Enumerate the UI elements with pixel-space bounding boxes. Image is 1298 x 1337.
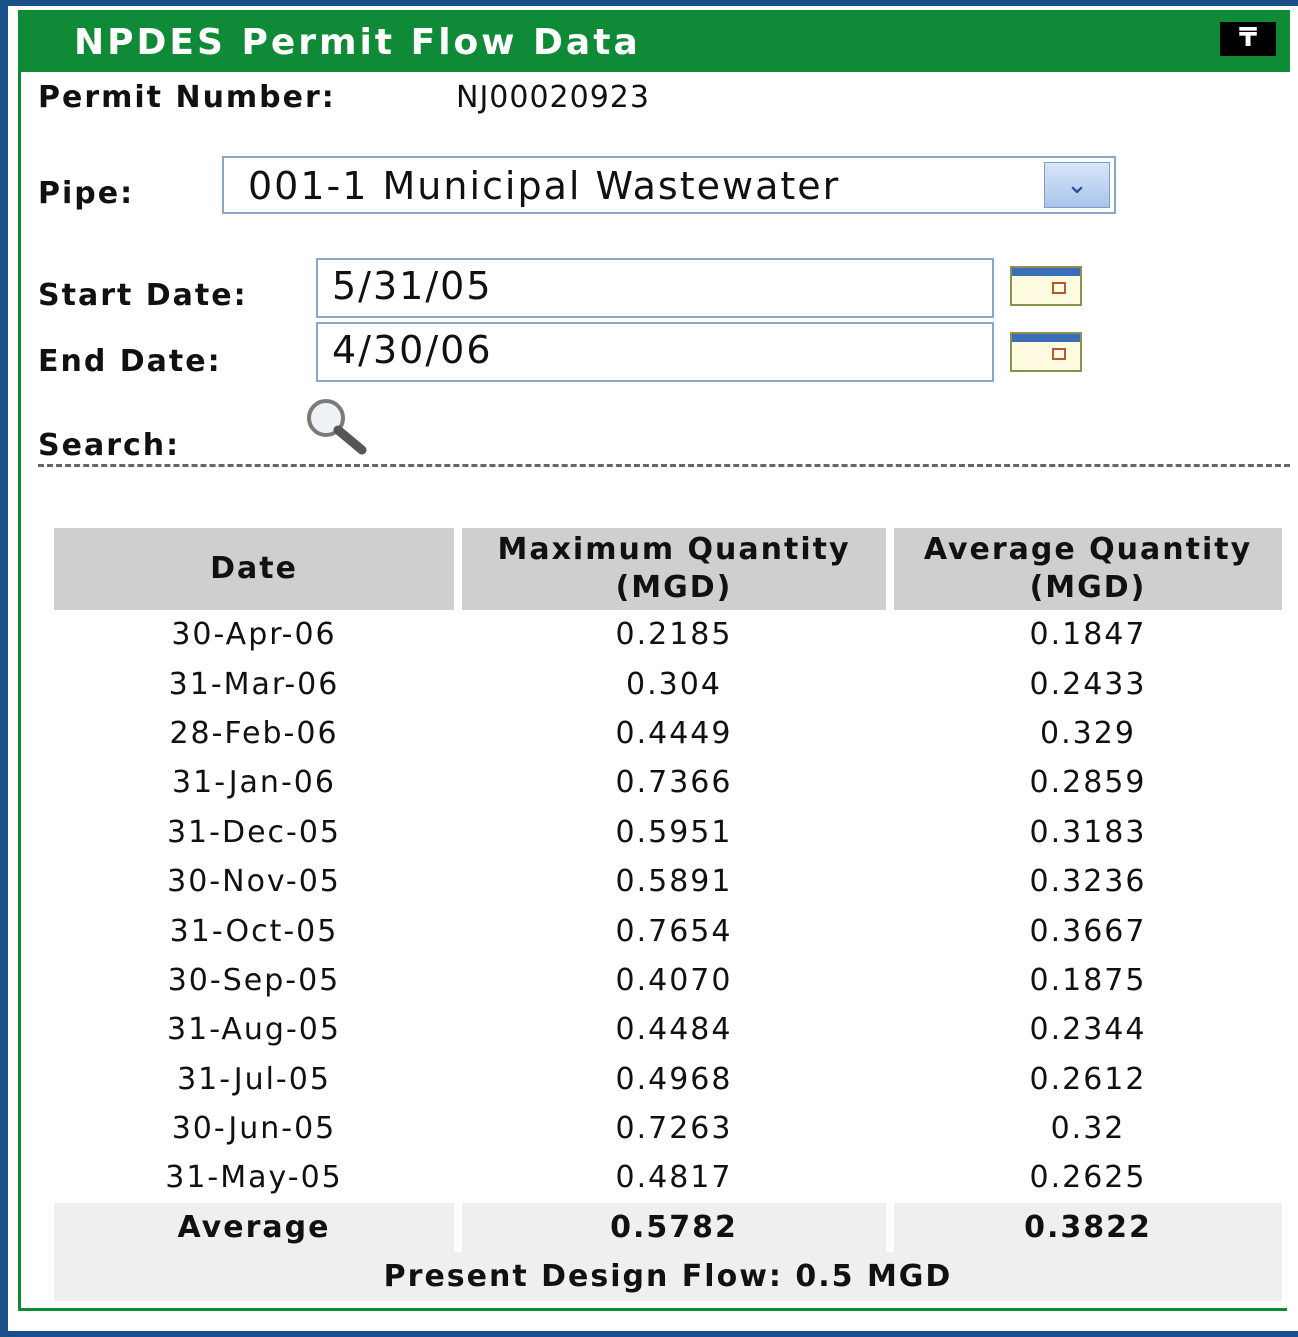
pipe-select-value: 001-1 Municipal Wastewater bbox=[248, 164, 841, 208]
end-date-label: End Date: bbox=[38, 344, 222, 379]
cell-date: 31-May-05 bbox=[165, 1160, 343, 1196]
table-row: 30-Sep-05 0.4070 0.1875 bbox=[54, 956, 1282, 1005]
panel-title: NPDES Permit Flow Data bbox=[74, 22, 641, 63]
cell-date: 30-Apr-06 bbox=[171, 617, 337, 653]
cell-avg: 0.1875 bbox=[1029, 962, 1147, 998]
search-label: Search: bbox=[38, 428, 181, 463]
cell-avg: 0.329 bbox=[1040, 715, 1136, 751]
calendar-icon[interactable] bbox=[1010, 266, 1082, 306]
table-row: 28-Feb-06 0.4449 0.329 bbox=[54, 709, 1282, 758]
cell-avg: 0.2612 bbox=[1029, 1061, 1147, 1097]
table-row: 31-Mar-06 0.304 0.2433 bbox=[54, 659, 1282, 708]
magnifier-search-icon[interactable] bbox=[300, 396, 370, 456]
calendar-icon[interactable] bbox=[1010, 332, 1082, 372]
cell-date: 30-Sep-05 bbox=[167, 962, 341, 998]
table-header-row: Date Maximum Quantity (MGD) Average Quan… bbox=[54, 528, 1282, 610]
cell-avg: 0.3236 bbox=[1029, 864, 1147, 900]
cell-max: 0.2185 bbox=[615, 617, 733, 653]
cell-date: 31-Jul-05 bbox=[177, 1061, 331, 1097]
cell-max: 0.4484 bbox=[615, 1012, 733, 1048]
table-row: 31-May-05 0.4817 0.2625 bbox=[54, 1153, 1282, 1202]
table-row: 31-Dec-05 0.5951 0.3183 bbox=[54, 808, 1282, 857]
pipe-label: Pipe: bbox=[38, 176, 135, 211]
table-row: 31-Oct-05 0.7654 0.3667 bbox=[54, 906, 1282, 955]
table-row: 31-Aug-05 0.4484 0.2344 bbox=[54, 1005, 1282, 1054]
chevron-down-icon[interactable]: ⌄ bbox=[1044, 162, 1110, 208]
average-avg: 0.3822 bbox=[894, 1202, 1282, 1253]
cell-max: 0.5951 bbox=[615, 814, 733, 850]
table-row: 30-Nov-05 0.5891 0.3236 bbox=[54, 857, 1282, 906]
start-date-label: Start Date: bbox=[38, 278, 248, 313]
cell-date: 30-Jun-05 bbox=[171, 1111, 337, 1147]
average-max: 0.5782 bbox=[462, 1202, 886, 1253]
cell-max: 0.7654 bbox=[615, 913, 733, 949]
end-date-input[interactable]: 4/30/06 bbox=[316, 322, 994, 382]
start-date-input[interactable]: 5/31/05 bbox=[316, 258, 994, 318]
header-avg-quantity: Average Quantity (MGD) bbox=[894, 528, 1282, 610]
cell-avg: 0.3183 bbox=[1029, 814, 1147, 850]
cell-avg: 0.2344 bbox=[1029, 1012, 1147, 1048]
permit-number-label: Permit Number: bbox=[38, 80, 336, 115]
cell-max: 0.4070 bbox=[615, 962, 733, 998]
cell-avg: 0.3667 bbox=[1029, 913, 1147, 949]
flow-data-table: Date Maximum Quantity (MGD) Average Quan… bbox=[46, 528, 1290, 1302]
table-row: 31-Jan-06 0.7366 0.2859 bbox=[54, 758, 1282, 807]
cell-date: 31-Mar-06 bbox=[168, 666, 340, 702]
cell-avg: 0.1847 bbox=[1029, 617, 1147, 653]
cell-max: 0.4449 bbox=[615, 715, 733, 751]
cell-max: 0.7263 bbox=[615, 1111, 733, 1147]
average-label: Average bbox=[54, 1202, 454, 1253]
cell-date: 30-Nov-05 bbox=[167, 864, 341, 900]
average-row: Average 0.5782 0.3822 bbox=[54, 1202, 1282, 1253]
cell-max: 0.7366 bbox=[615, 765, 733, 801]
design-flow-row: Present Design Flow: 0.5 MGD bbox=[54, 1252, 1282, 1302]
cell-date: 31-Dec-05 bbox=[166, 814, 342, 850]
table-row: 31-Jul-05 0.4968 0.2612 bbox=[54, 1055, 1282, 1104]
cell-max: 0.304 bbox=[626, 666, 722, 702]
cell-avg: 0.2625 bbox=[1029, 1160, 1147, 1196]
pipe-select[interactable]: 001-1 Municipal Wastewater ⌄ bbox=[222, 156, 1116, 214]
table-row: 30-Jun-05 0.7263 0.32 bbox=[54, 1104, 1282, 1153]
header-date: Date bbox=[54, 528, 454, 610]
design-flow-text: Present Design Flow: 0.5 MGD bbox=[54, 1252, 1282, 1302]
table-row: 30-Apr-06 0.2185 0.1847 bbox=[54, 610, 1282, 659]
cell-avg: 0.2859 bbox=[1029, 765, 1147, 801]
cell-max: 0.4817 bbox=[615, 1160, 733, 1196]
pin-icon[interactable]: ₸ bbox=[1220, 22, 1276, 56]
cell-max: 0.5891 bbox=[615, 864, 733, 900]
cell-date: 31-Oct-05 bbox=[169, 913, 339, 949]
cell-date: 31-Jan-06 bbox=[172, 765, 336, 801]
cell-date: 31-Aug-05 bbox=[167, 1012, 341, 1048]
cell-avg: 0.32 bbox=[1050, 1111, 1126, 1147]
divider bbox=[38, 464, 1290, 467]
header-max-quantity: Maximum Quantity (MGD) bbox=[462, 528, 886, 610]
cell-date: 28-Feb-06 bbox=[169, 715, 339, 751]
title-bar: NPDES Permit Flow Data ₸ bbox=[18, 10, 1290, 72]
cell-avg: 0.2433 bbox=[1029, 666, 1147, 702]
permit-number-value: NJ00020923 bbox=[456, 80, 650, 115]
cell-max: 0.4968 bbox=[615, 1061, 733, 1097]
